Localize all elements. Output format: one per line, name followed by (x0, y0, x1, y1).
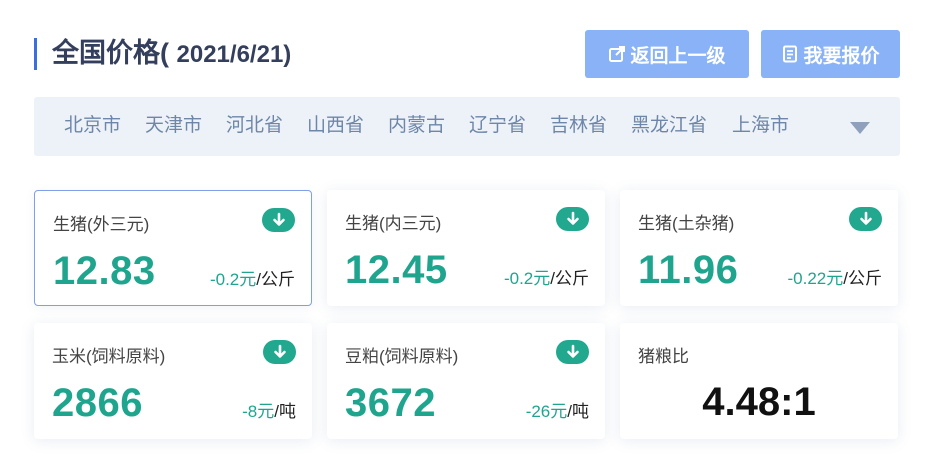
ratio-value: 4.48:1 (702, 380, 816, 424)
down-arrow-icon (849, 207, 882, 231)
price-card[interactable]: 玉米(饲料原料) 2866 -8元/吨 (34, 323, 312, 439)
card-change: -0.2元/公斤 (504, 264, 589, 289)
province-selector: 北京市 天津市 河北省 山西省 内蒙古 辽宁省 吉林省 黑龙江省 上海市 (34, 97, 900, 156)
card-change: -0.22元/公斤 (788, 264, 882, 289)
province-item[interactable]: 天津市 (145, 114, 202, 138)
province-item[interactable]: 吉林省 (550, 114, 607, 138)
page-header: 全国价格( 2021/6/21) 返回上一级 我要报价 (34, 30, 900, 78)
down-arrow-icon (556, 207, 589, 231)
ratio-card[interactable]: 猪粮比 4.48:1 (620, 323, 898, 439)
card-change: -8元/吨 (242, 397, 296, 422)
card-delta: -26元 (525, 402, 568, 421)
card-change: -0.2元/公斤 (210, 265, 295, 290)
down-arrow-icon (556, 340, 589, 364)
province-item[interactable]: 上海市 (732, 114, 789, 138)
page-title-date: 2021/6/21) (176, 41, 292, 68)
price-card[interactable]: 豆粕(饲料原料) 3672 -26元/吨 (327, 323, 605, 439)
card-delta: -0.2元 (503, 269, 551, 288)
card-unit: /公斤 (256, 270, 295, 289)
card-unit: /吨 (567, 402, 589, 421)
card-delta: -8元 (242, 402, 275, 421)
quote-button-label: 我要报价 (803, 45, 880, 67)
province-item[interactable]: 北京市 (64, 114, 121, 138)
card-unit: /吨 (274, 402, 296, 421)
expand-arrow-icon[interactable] (850, 122, 870, 134)
province-item[interactable]: 内蒙古 (388, 114, 445, 138)
province-item[interactable]: 河北省 (226, 114, 283, 138)
price-card[interactable]: 生猪(内三元) 12.45 -0.2元/公斤 (327, 190, 605, 306)
card-delta: -0.22元 (787, 269, 844, 288)
card-unit: /公斤 (843, 269, 882, 288)
quote-button[interactable]: 我要报价 (761, 30, 900, 78)
title-accent-bar (34, 38, 37, 70)
card-unit: /公斤 (550, 269, 589, 288)
price-card[interactable]: 生猪(外三元) 12.83 -0.2元/公斤 (34, 190, 312, 306)
card-value: 2866 (52, 381, 143, 425)
card-name: 生猪(内三元) (345, 214, 442, 233)
page-title-text: 全国价格( (52, 38, 169, 68)
card-name: 豆粕(饲料原料) (345, 347, 459, 366)
card-value: 12.83 (53, 249, 156, 293)
down-arrow-icon (262, 208, 295, 232)
price-card[interactable]: 生猪(土杂猪) 11.96 -0.22元/公斤 (620, 190, 898, 306)
card-value: 3672 (345, 381, 436, 425)
card-name: 玉米(饲料原料) (52, 347, 166, 366)
card-name: 猪粮比 (638, 347, 689, 366)
card-value: 11.96 (638, 248, 739, 292)
page-title: 全国价格( 2021/6/21) (52, 36, 291, 72)
province-item[interactable]: 山西省 (307, 114, 364, 138)
card-value: 12.45 (345, 248, 448, 292)
card-delta: -0.2元 (209, 270, 257, 289)
back-button-label: 返回上一级 (630, 45, 726, 67)
share-icon (609, 46, 626, 62)
back-button[interactable]: 返回上一级 (585, 30, 749, 78)
card-name: 生猪(外三元) (53, 215, 150, 234)
card-name: 生猪(土杂猪) (638, 214, 735, 233)
down-arrow-icon (263, 340, 296, 364)
document-icon (783, 45, 798, 63)
province-item[interactable]: 黑龙江省 (631, 114, 707, 138)
card-change: -26元/吨 (526, 397, 589, 422)
province-item[interactable]: 辽宁省 (469, 114, 526, 138)
